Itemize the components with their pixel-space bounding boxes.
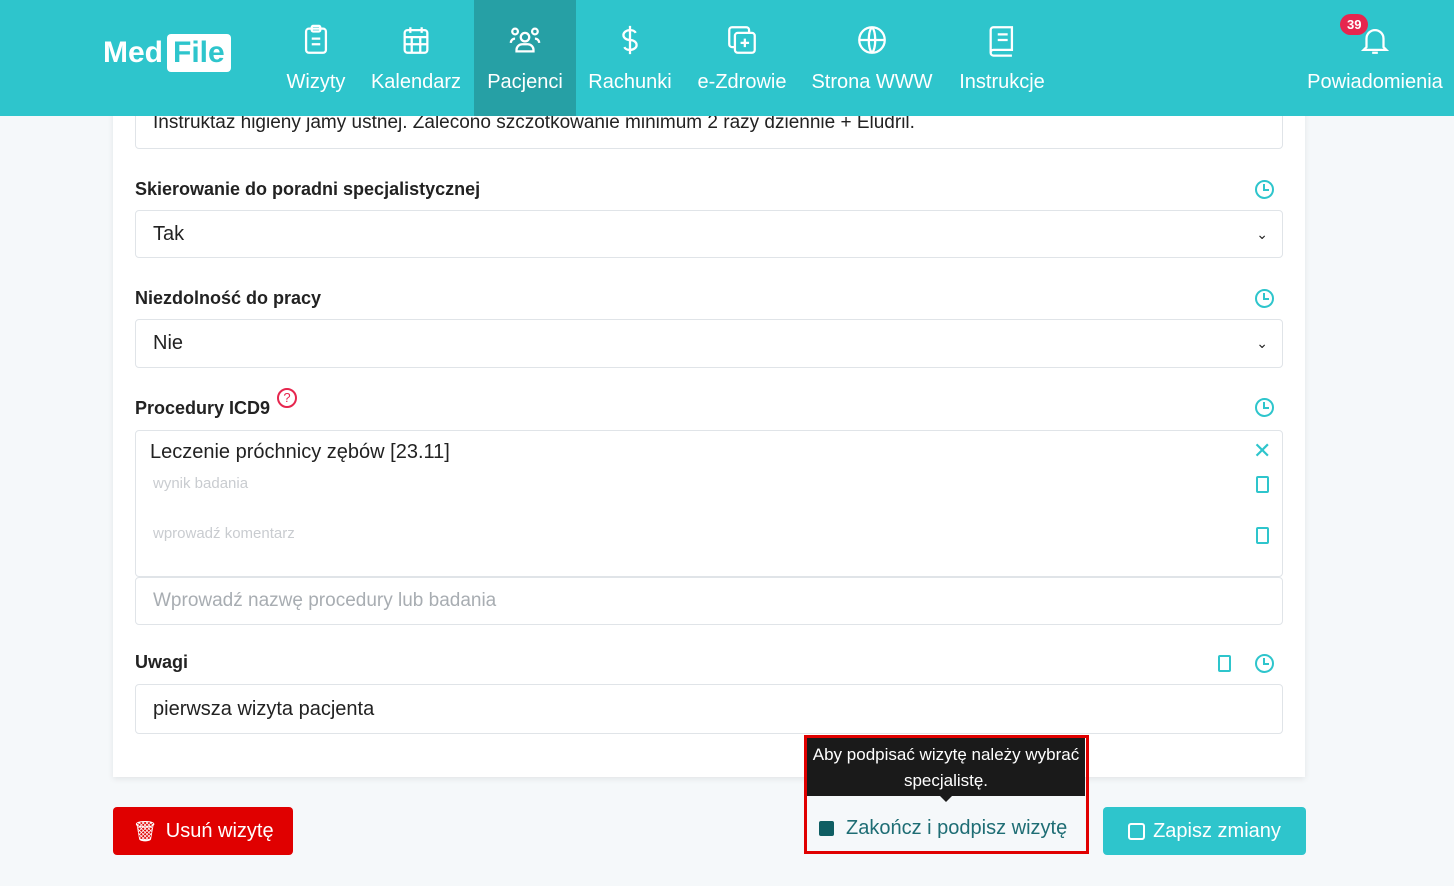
dollar-icon xyxy=(622,25,638,55)
nav-instrukcje[interactable]: Instrukcje xyxy=(952,0,1052,116)
finish-sign-visit-button[interactable]: Zakończ i podpisz wizytę xyxy=(819,817,1067,840)
globe-icon xyxy=(858,26,886,54)
notes-label: Uwagi xyxy=(135,652,189,672)
logo-text: Med xyxy=(103,36,163,69)
incapacity-select[interactable]: Nie ⌄ xyxy=(135,319,1283,368)
nav-label: Kalendarz xyxy=(370,71,462,93)
chevron-down-icon: ⌄ xyxy=(1256,225,1268,242)
remove-x-icon[interactable]: ✕ xyxy=(1253,438,1271,464)
clipboard-icon xyxy=(304,24,328,54)
chevron-down-icon: ⌄ xyxy=(1256,335,1268,351)
history-clock-icon[interactable] xyxy=(1255,654,1274,673)
tooltip: Aby podpisać wizytę należy wybrać specja… xyxy=(807,738,1085,802)
document-icon[interactable] xyxy=(1218,655,1231,672)
result-input[interactable]: wynik badania xyxy=(153,475,248,492)
button-label: Usuń wizytę xyxy=(165,819,274,842)
nav-label: Instrukcje xyxy=(959,71,1045,93)
logo-file: File xyxy=(167,34,231,72)
book-icon xyxy=(989,26,1014,57)
referral-label: Skierowanie do poradni specjalistycznej xyxy=(135,179,481,199)
document-icon[interactable] xyxy=(1256,527,1269,544)
top-nav: Med File Wizyty Kalendarz Pacjenci Rachun… xyxy=(0,0,1454,116)
nav-label: Wizyty xyxy=(286,71,346,93)
nav-pacjenci[interactable]: Pacjenci xyxy=(474,0,576,116)
nav-kalendarz[interactable]: Kalendarz xyxy=(364,0,468,116)
placeholder: Wprowadź nazwę procedury lub badania xyxy=(153,590,497,611)
help-icon[interactable]: ? xyxy=(277,388,297,408)
comment-input[interactable]: wprowadź komentarz xyxy=(153,525,295,542)
checkbox-icon[interactable] xyxy=(819,821,834,836)
calendar-icon xyxy=(403,27,429,54)
nav-label: Powiadomienia xyxy=(1307,71,1443,93)
nav-label: Pacjenci xyxy=(487,71,563,93)
history-clock-icon[interactable] xyxy=(1255,289,1274,308)
users-icon xyxy=(509,27,541,53)
nav-strona-www[interactable]: Strona WWW xyxy=(808,0,936,116)
notes-textarea[interactable]: pierwsza wizyta pacjenta xyxy=(135,684,1283,734)
referral-select[interactable]: Tak ⌄ xyxy=(135,210,1283,258)
nav-notifications[interactable]: 39 Powiadomienia xyxy=(1300,0,1450,116)
select-value: Nie xyxy=(153,332,184,354)
button-label: Zapisz zmiany xyxy=(1153,819,1281,842)
document-icon[interactable] xyxy=(1256,476,1269,493)
medical-plus-icon xyxy=(728,26,756,54)
nav-e-zdrowie[interactable]: e-Zdrowie xyxy=(692,0,792,116)
nav-rachunki[interactable]: Rachunki xyxy=(584,0,676,116)
trash-icon: 🗑 xyxy=(132,820,158,843)
button-label: Zakończ i podpisz wizytę xyxy=(846,817,1068,839)
delete-visit-button[interactable]: 🗑 Usuń wizytę xyxy=(113,807,293,855)
select-value: Tak xyxy=(153,222,185,245)
textarea-value: pierwsza wizyta pacjenta xyxy=(153,697,375,720)
save-changes-button[interactable]: Zapisz zmiany xyxy=(1103,807,1306,855)
notification-badge: 39 xyxy=(1340,14,1369,35)
nav-wizyty[interactable]: Wizyty xyxy=(278,0,354,116)
history-clock-icon[interactable] xyxy=(1255,180,1274,199)
procedure-search-input[interactable]: Wprowadź nazwę procedury lub badania xyxy=(135,577,1283,625)
nav-label: e-Zdrowie xyxy=(697,71,787,93)
incapacity-label: Niezdolność do pracy xyxy=(135,288,322,308)
icd9-label: Procedury ICD9 xyxy=(135,398,271,418)
nav-label: Rachunki xyxy=(588,71,672,93)
floppy-icon xyxy=(1128,822,1146,840)
procedure-name: Leczenie próchnicy zębów [23.11] xyxy=(150,441,450,463)
logo[interactable]: Med File xyxy=(103,34,231,72)
nav-label: Strona WWW xyxy=(811,71,933,93)
history-clock-icon[interactable] xyxy=(1255,398,1274,417)
